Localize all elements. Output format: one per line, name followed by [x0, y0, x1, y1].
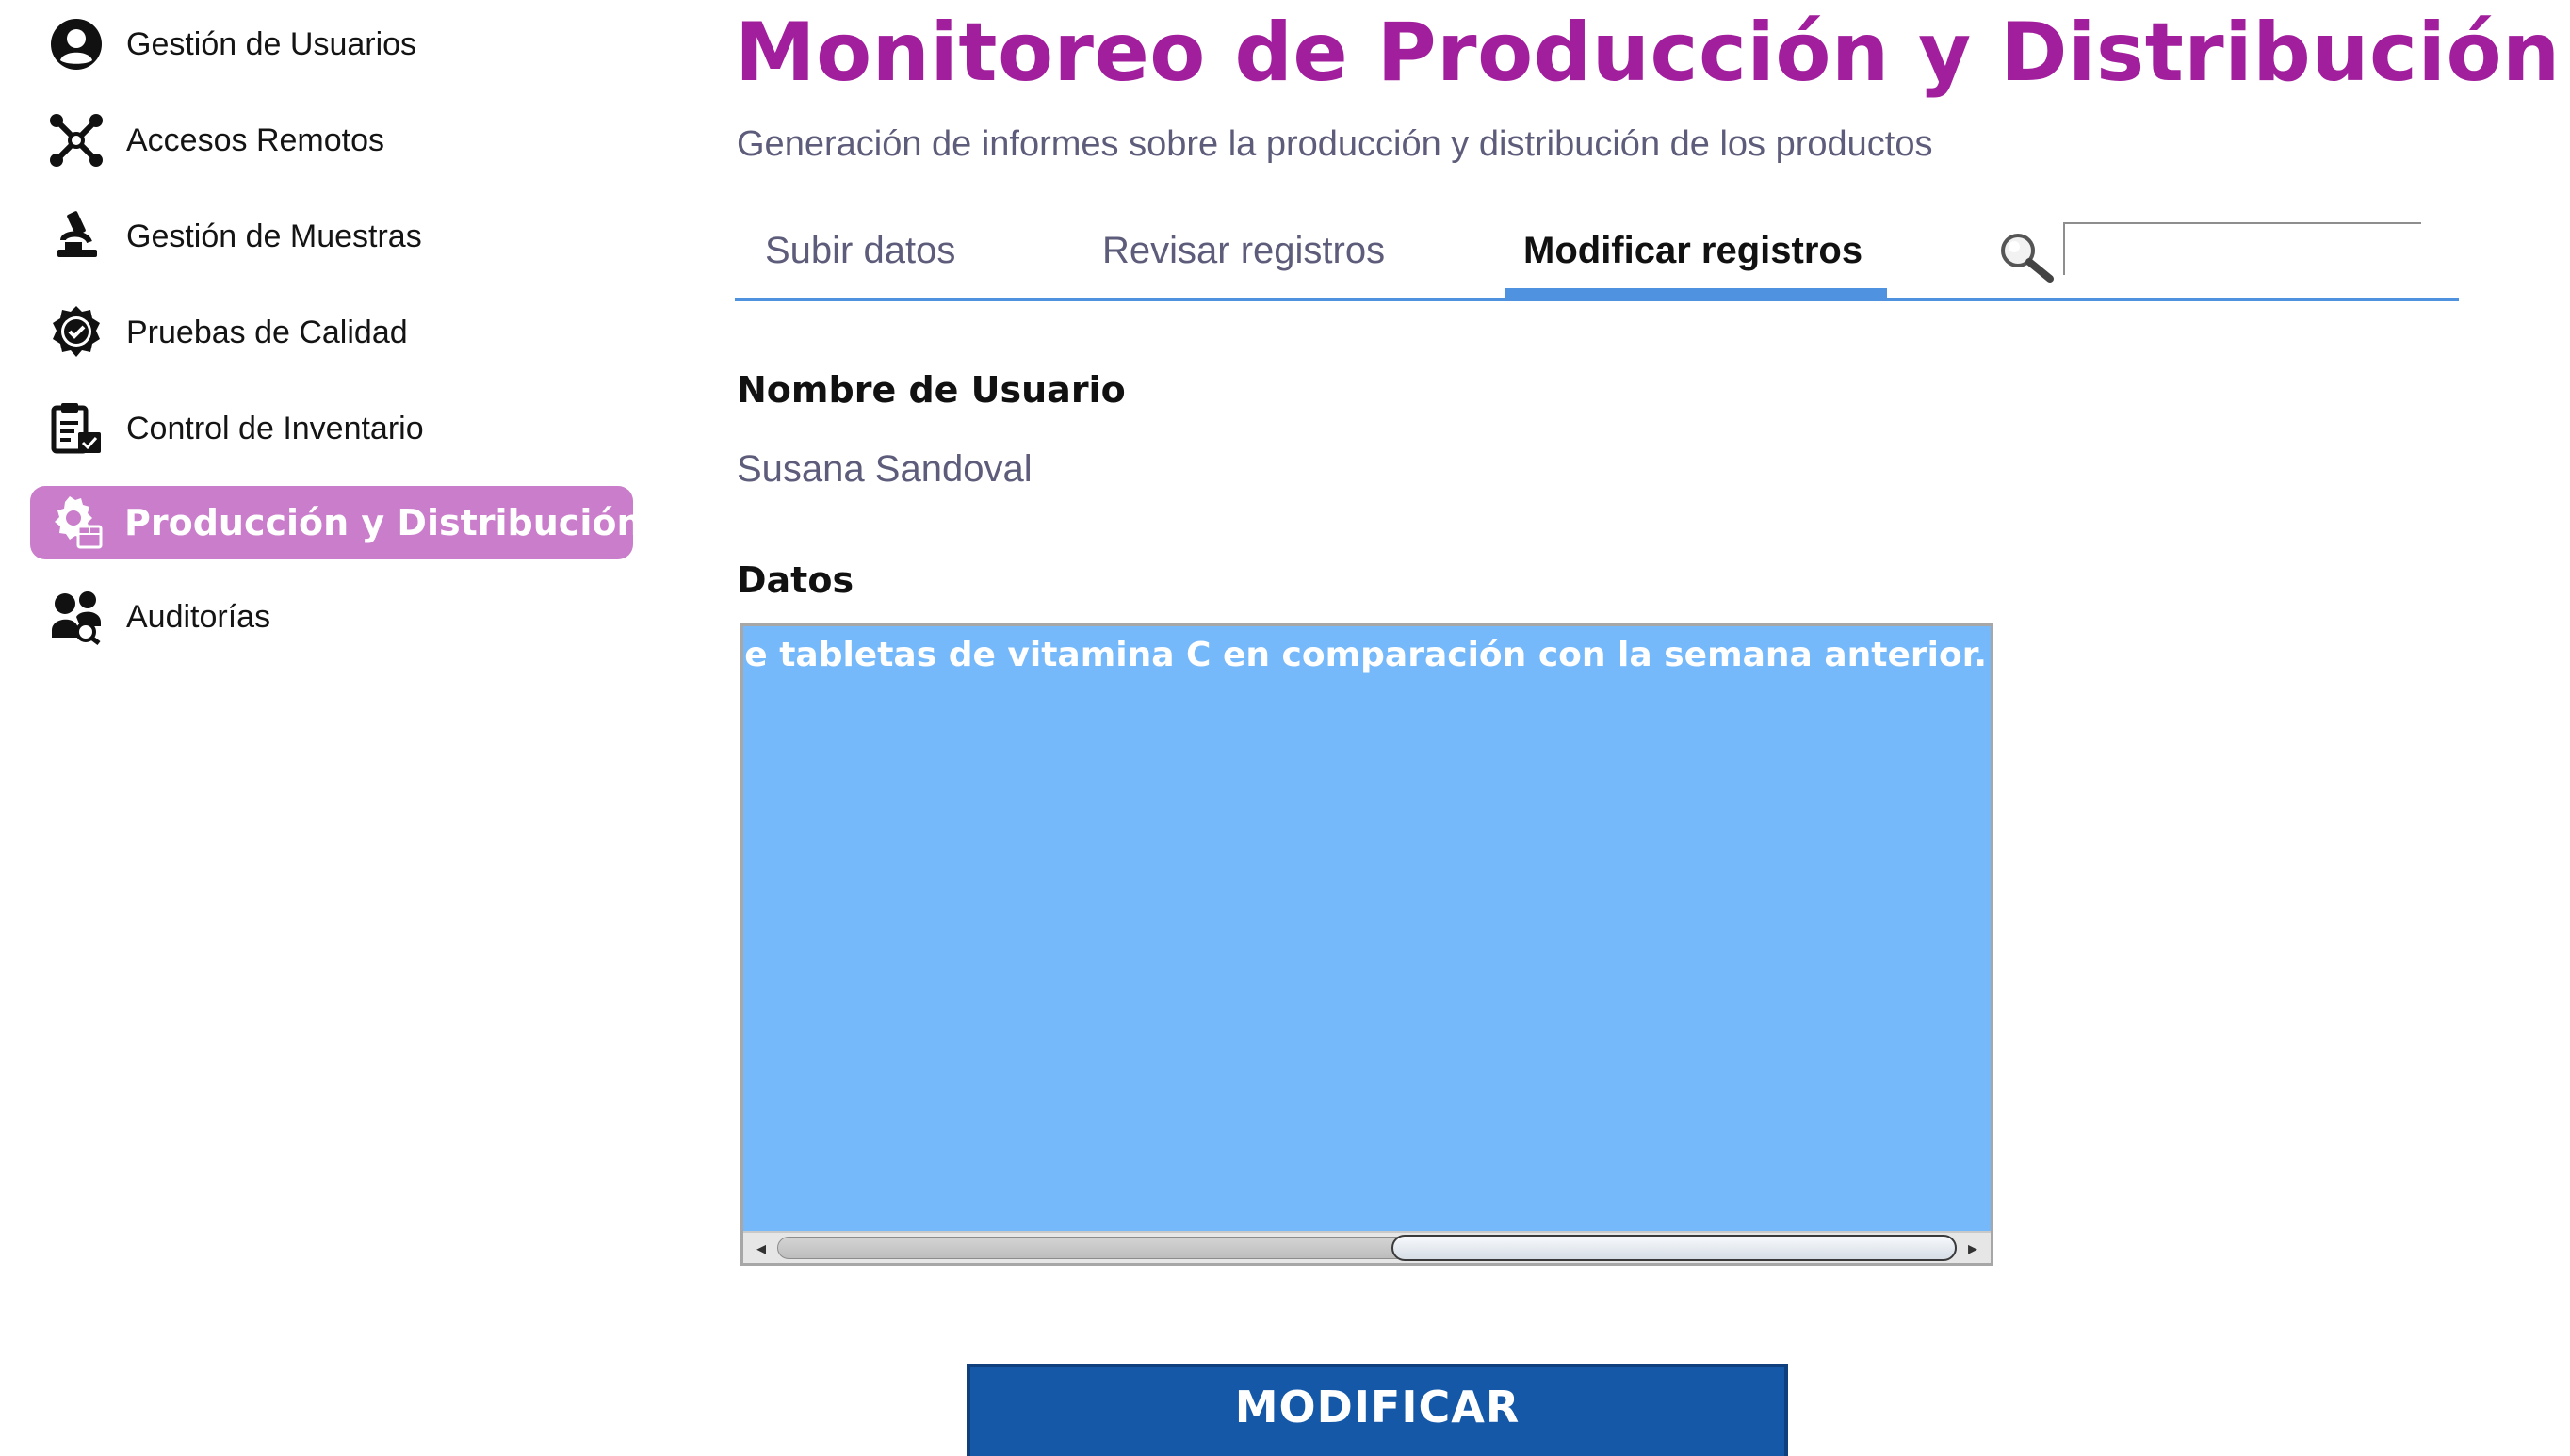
user-name-label: Nombre de Usuario: [737, 369, 1126, 411]
user-name-value: Susana Sandoval: [737, 448, 1033, 490]
sidebar-item-gestion-muestras[interactable]: Gestión de Muestras: [30, 200, 633, 273]
sidebar-item-label: Gestión de Muestras: [126, 218, 422, 254]
data-text-value: ucción de tabletas de vitamina C en comp…: [743, 636, 1987, 674]
gear-box-icon: [47, 493, 104, 552]
scroll-right-arrow-icon[interactable]: ▸: [1959, 1235, 1987, 1261]
sidebar-item-produccion-distribucion[interactable]: Producción y Distribución: [30, 486, 642, 559]
sidebar-item-label: Control de Inventario: [126, 410, 424, 446]
sidebar-item-auditorias[interactable]: Auditorías: [30, 580, 633, 654]
sidebar-item-gestion-usuarios[interactable]: Gestión de Usuarios: [30, 8, 633, 81]
page-subtitle: Generación de informes sobre la producci…: [737, 124, 1933, 164]
sidebar-item-label: Auditorías: [126, 598, 271, 635]
sidebar-item-accesos-remotos[interactable]: Accesos Remotos: [30, 104, 633, 177]
audit-people-icon: [47, 588, 106, 646]
horizontal-scrollbar[interactable]: ◂ ▸: [743, 1231, 1991, 1263]
sidebar-item-label: Producción y Distribución: [124, 502, 642, 543]
sidebar-item-label: Accesos Remotos: [126, 121, 384, 158]
quality-badge-icon: [47, 303, 106, 362]
page-title: Monitoreo de Producción y Distribución: [735, 6, 2561, 100]
modify-button[interactable]: MODIFICAR: [967, 1364, 1788, 1456]
search-icon[interactable]: [1995, 228, 2056, 288]
remote-network-icon: [47, 111, 106, 170]
data-label: Datos: [737, 559, 854, 601]
search-input[interactable]: [2063, 222, 2421, 275]
data-textarea[interactable]: ucción de tabletas de vitamina C en comp…: [740, 623, 1993, 1266]
app-window: Gestión de Usuarios Accesos Remotos Gest…: [0, 0, 2570, 1456]
scroll-left-arrow-icon[interactable]: ◂: [747, 1235, 775, 1261]
sidebar-item-pruebas-calidad[interactable]: Pruebas de Calidad: [30, 296, 633, 369]
tab-bar: Subir datos Revisar registros Modificar …: [735, 207, 2459, 301]
tab-subir-datos[interactable]: Subir datos: [765, 230, 955, 272]
tab-revisar-registros[interactable]: Revisar registros: [1102, 230, 1385, 272]
tab-modificar-registros[interactable]: Modificar registros: [1523, 230, 1862, 272]
scrollbar-thumb[interactable]: [1391, 1235, 1957, 1261]
sidebar-item-label: Gestión de Usuarios: [126, 25, 417, 62]
sidebar-item-label: Pruebas de Calidad: [126, 314, 408, 350]
user-circle-icon: [47, 15, 106, 73]
active-tab-indicator: [1505, 288, 1887, 299]
clipboard-inventory-icon: [47, 399, 106, 458]
sidebar-item-control-inventario[interactable]: Control de Inventario: [30, 392, 633, 465]
microscope-icon: [47, 207, 106, 266]
